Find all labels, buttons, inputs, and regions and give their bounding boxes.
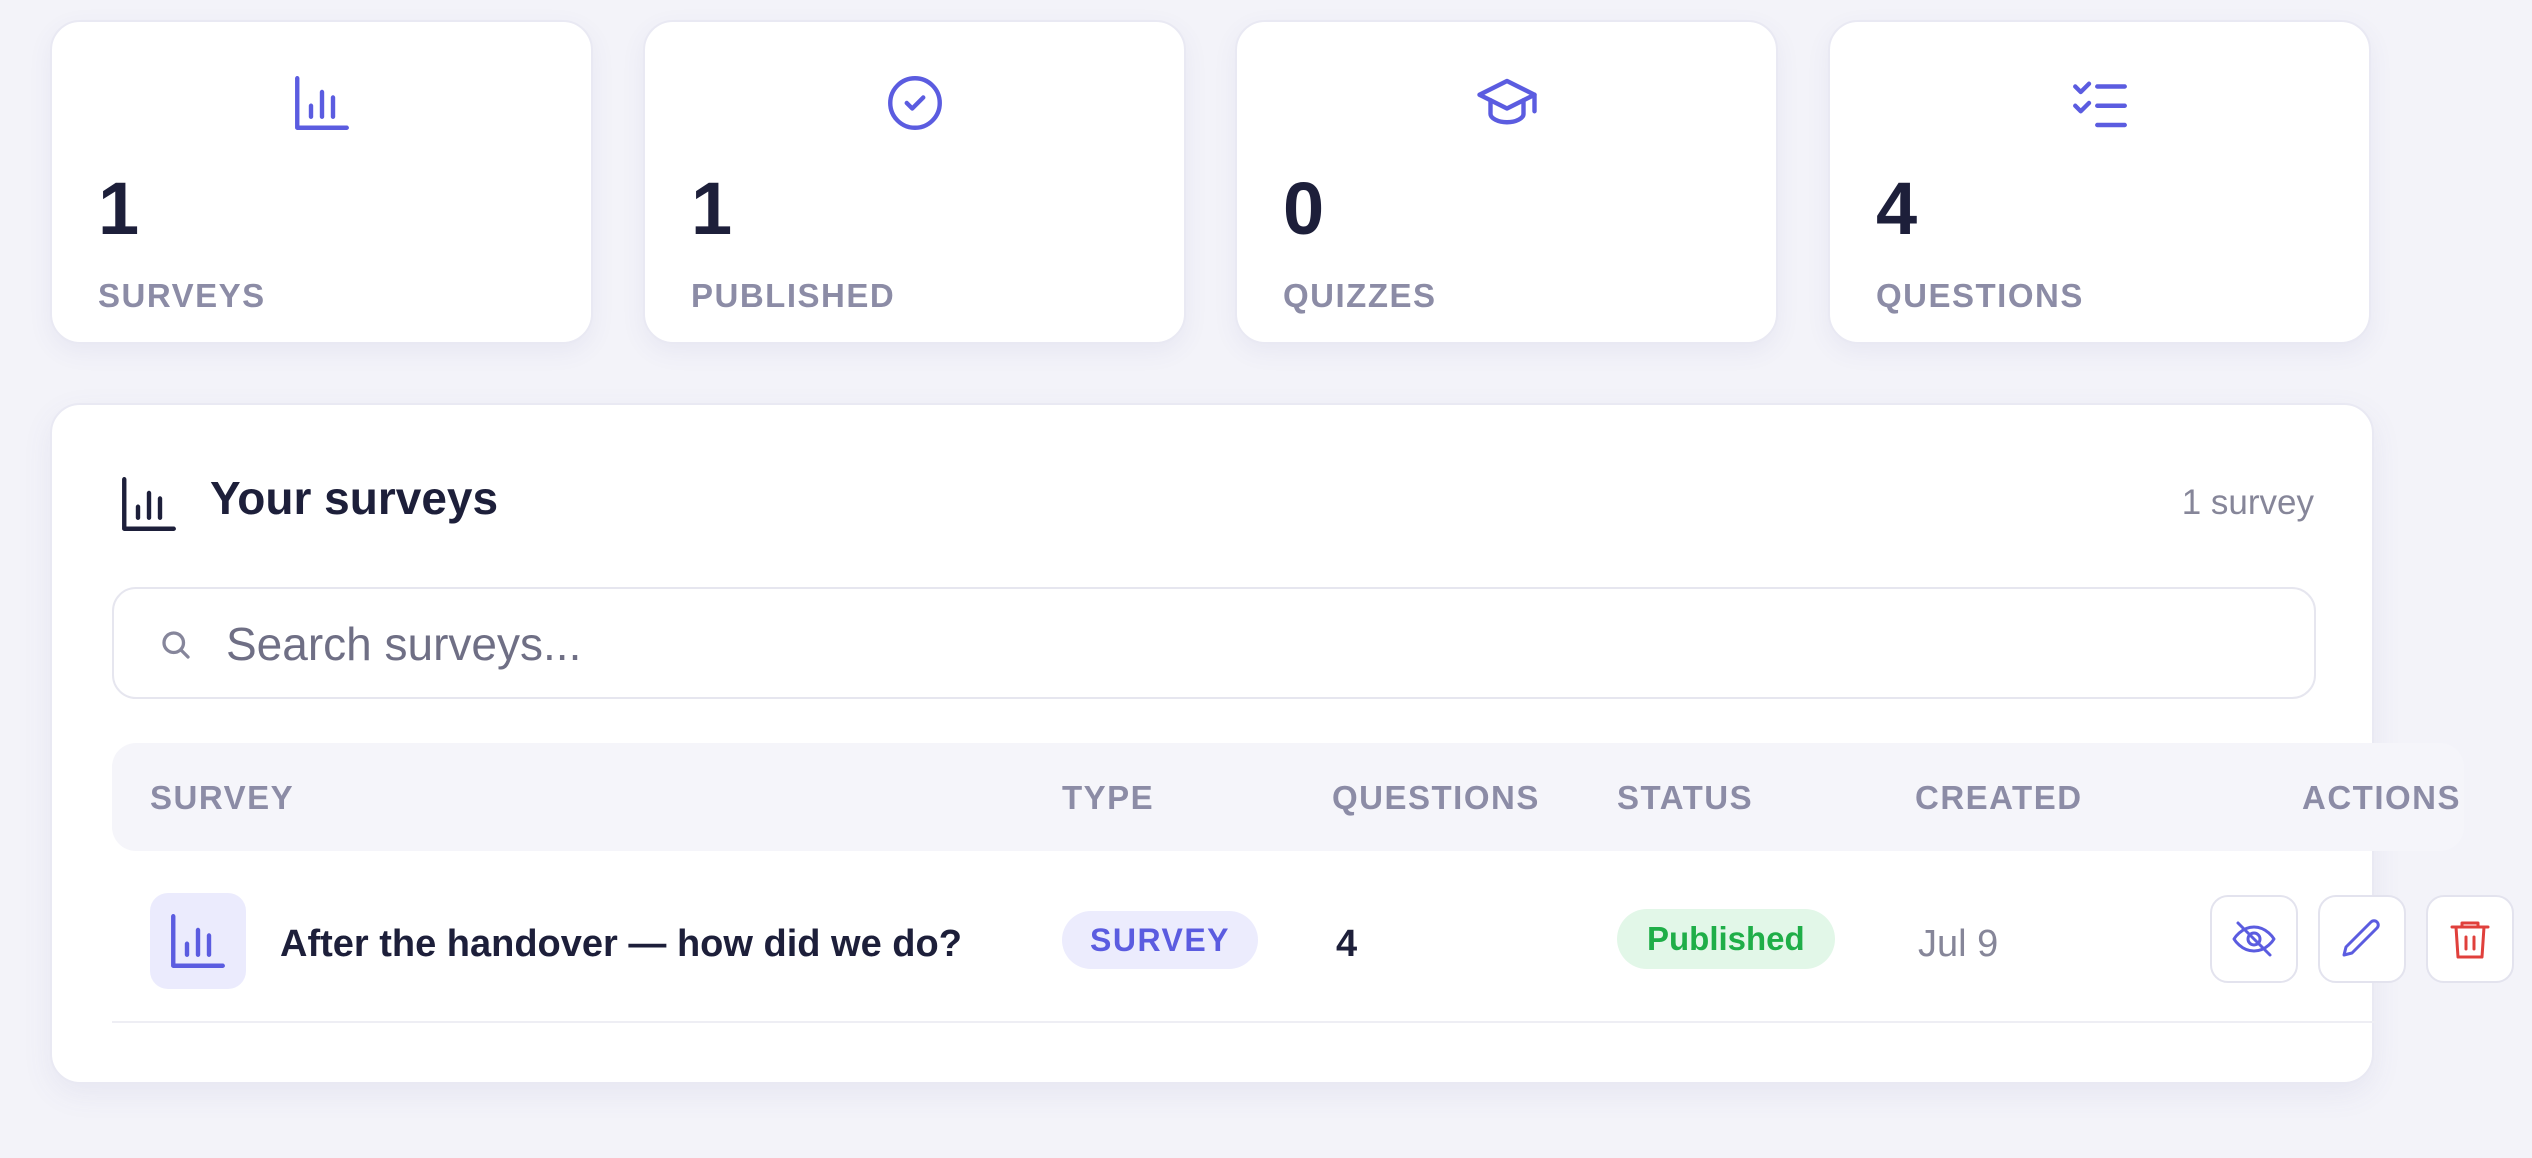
stat-value: 1 — [691, 167, 733, 250]
column-header-questions[interactable]: QUESTIONS — [1332, 781, 1540, 814]
table-header: SURVEY TYPE QUESTIONS STATUS CREATED ACT… — [112, 743, 2464, 851]
bar-chart-icon — [116, 471, 182, 537]
surveys-panel: Your surveys 1 survey SURVEY TYPE QUESTI… — [50, 403, 2514, 1084]
status-badge: Published — [1617, 909, 1835, 969]
search-input[interactable] — [224, 589, 2228, 699]
column-header-type[interactable]: TYPE — [1062, 781, 1154, 814]
type-badge: SURVEY — [1062, 911, 1259, 969]
search-icon — [158, 627, 194, 663]
survey-title[interactable]: After the handover — how did we do? — [280, 925, 962, 963]
stat-label: SURVEYS — [98, 277, 266, 314]
stat-label: QUIZZES — [1283, 277, 1437, 314]
panel-title: Your surveys — [210, 472, 499, 524]
search-box[interactable] — [112, 587, 2316, 699]
graduation-cap-icon — [1474, 70, 1540, 136]
stat-card-questions: 4 QUESTIONS — [1828, 20, 2371, 344]
column-header-created[interactable]: CREATED — [1915, 781, 2083, 814]
stat-card-quizzes: 0 QUIZZES — [1235, 20, 1778, 344]
stat-label: PUBLISHED — [691, 277, 896, 314]
stat-value: 1 — [98, 167, 140, 250]
stat-value: 4 — [1876, 167, 1918, 250]
column-header-actions: ACTIONS — [2302, 779, 2461, 816]
column-header-status[interactable]: STATUS — [1617, 781, 1753, 814]
checklist-icon — [2067, 70, 2133, 136]
survey-icon — [150, 893, 246, 989]
survey-count: 1 survey — [2181, 483, 2314, 522]
created-date: Jul 9 — [1918, 923, 1999, 965]
questions-count: 4 — [1336, 923, 1358, 965]
bar-chart-icon — [289, 70, 355, 136]
column-header-survey[interactable]: SURVEY — [150, 781, 294, 814]
stat-label: QUESTIONS — [1876, 277, 2084, 314]
edit-button[interactable] — [2318, 895, 2406, 983]
table-row[interactable]: After the handover — how did we do? SURV… — [112, 867, 2514, 1023]
delete-button[interactable] — [2426, 895, 2514, 983]
stat-value: 0 — [1283, 167, 1325, 250]
pencil-icon — [2342, 919, 2380, 957]
check-circle-icon — [882, 70, 948, 136]
stat-card-published: 1 PUBLISHED — [643, 20, 1186, 344]
eye-off-icon — [2232, 921, 2276, 957]
stat-card-surveys: 1 SURVEYS — [50, 20, 593, 344]
trash-icon — [2450, 921, 2490, 959]
unpublish-button[interactable] — [2210, 895, 2298, 983]
